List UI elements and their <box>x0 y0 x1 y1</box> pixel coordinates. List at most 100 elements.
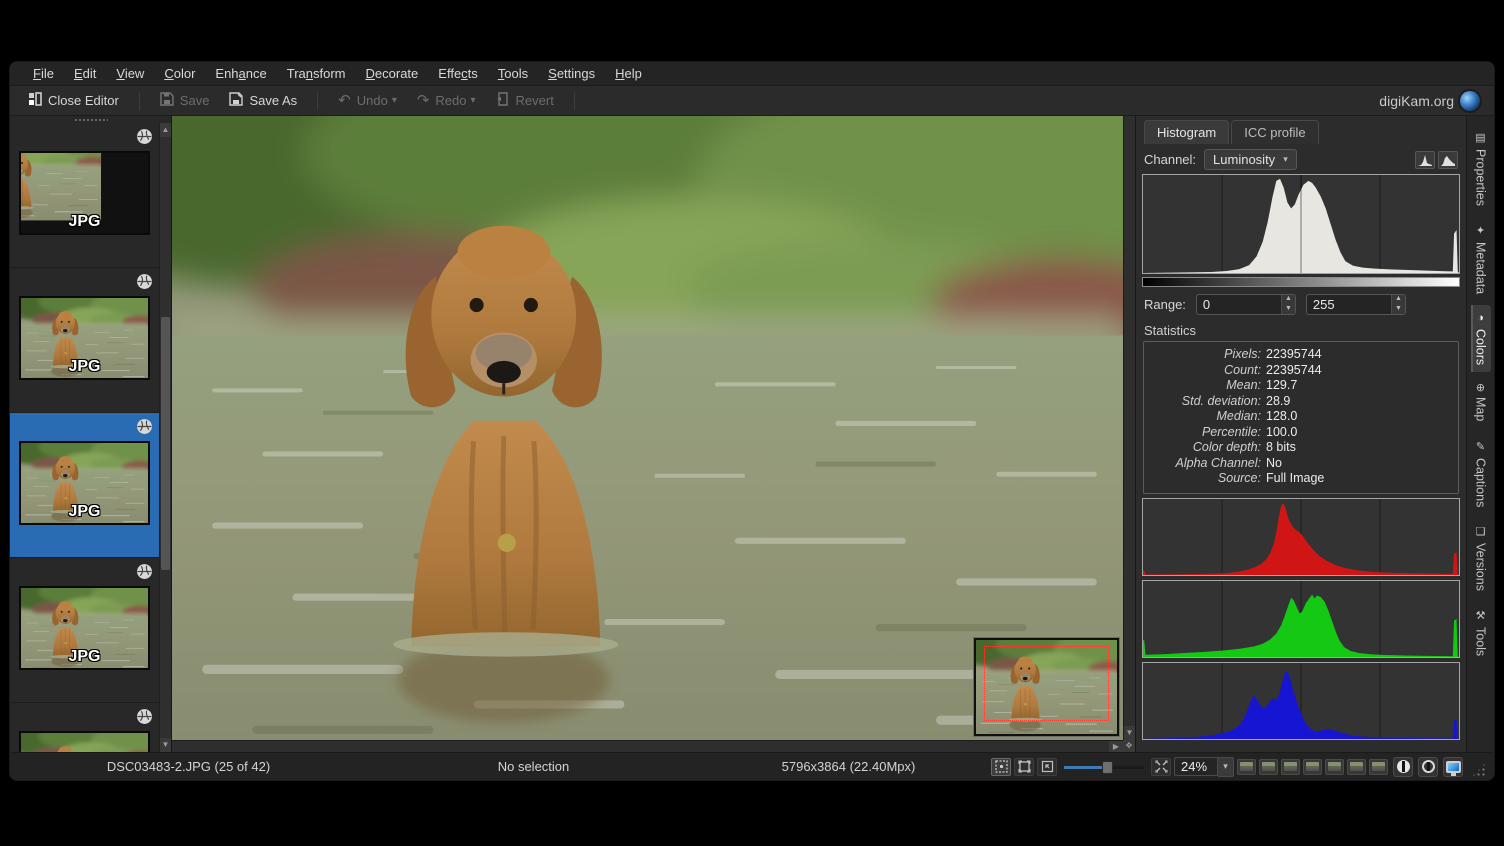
menu-transform[interactable]: Transform <box>278 63 355 84</box>
range-max-spinbox[interactable]: 255 ▲▼ <box>1306 294 1406 315</box>
zoom-percent-value: 24% <box>1174 757 1218 776</box>
spin-up-icon[interactable]: ▲ <box>1282 295 1295 305</box>
save-button[interactable]: Save <box>152 89 218 112</box>
redo-button[interactable]: ↷ Redo ▾ <box>409 90 484 111</box>
geolocation-icon <box>136 273 153 290</box>
menu-edit[interactable]: Edit <box>65 63 105 84</box>
sidebar-tab-metadata[interactable]: ✦Metadata <box>1471 217 1491 301</box>
scroll-down-arrow[interactable]: ▼ <box>1124 726 1135 740</box>
scroll-right-arrow[interactable]: ▶ <box>1109 741 1123 752</box>
thumbnail-image: JPG <box>19 586 150 670</box>
spin-down-icon[interactable]: ▼ <box>1282 305 1295 315</box>
sidebar-tab-captions[interactable]: ✎Captions <box>1471 433 1491 514</box>
preview-mode-duplicate-vertical-button[interactable] <box>1347 759 1366 775</box>
close-editor-button[interactable]: Close Editor <box>20 89 127 112</box>
sidebar-tab-map[interactable]: ⊕Map <box>1471 376 1491 429</box>
menu-help[interactable]: Help <box>606 63 651 84</box>
color-managed-view-button[interactable] <box>1443 757 1463 777</box>
sidebar-tab-properties[interactable]: ▤Properties <box>1471 124 1491 213</box>
sidebar-tab-colors[interactable]: ◑Colors <box>1471 305 1491 372</box>
zoom-percent-combo[interactable]: 24% ▾ <box>1174 757 1234 777</box>
revert-button[interactable]: Revert <box>488 89 562 112</box>
zoom-dropdown-button[interactable]: ▾ <box>1218 757 1234 777</box>
canvas-horizontal-scrollbar[interactable]: ▶ <box>172 740 1123 752</box>
thumbnail-scrollbar-handle[interactable] <box>161 317 170 569</box>
menu-settings[interactable]: Settings <box>539 63 604 84</box>
menu-view[interactable]: View <box>107 63 153 84</box>
sidebar-tab-versions[interactable]: ❏Versions <box>1471 518 1491 598</box>
zoom-select-button[interactable] <box>991 758 1011 776</box>
undo-button[interactable]: ↶ Undo ▾ <box>330 90 405 111</box>
right-sidebar-tabs: ▤Properties ✦Metadata ◑Colors ⊕Map ✎Capt… <box>1466 116 1494 752</box>
geolocation-icon <box>136 418 153 435</box>
chevron-down-icon: ▾ <box>1283 154 1288 165</box>
fit-to-window-button[interactable] <box>1014 758 1034 776</box>
geolocation-icon <box>136 708 153 725</box>
status-dimensions: 5796x3864 (22.40Mpx) <box>706 759 991 774</box>
stat-color-depth: Color depth:8 bits <box>1148 440 1450 456</box>
linear-scale-button[interactable] <box>1415 151 1435 169</box>
scroll-up-arrow[interactable]: ▲ <box>160 123 171 137</box>
preview-mode-duplicate-horizontal-button[interactable] <box>1325 759 1344 775</box>
brand-label: digiKam.org <box>1379 93 1454 109</box>
thumbnail-list: JPG JPG JPG <box>10 123 160 752</box>
menu-effects[interactable]: Effects <box>429 63 487 84</box>
thumbnail-scrollbar[interactable]: ▲ ▼ <box>159 123 171 752</box>
format-badge: JPG <box>21 503 148 521</box>
channel-select[interactable]: Luminosity ▾ <box>1204 149 1297 170</box>
window-resize-grip[interactable] <box>1472 763 1486 777</box>
editor-canvas[interactable]: ▼ ▶ ✥ <box>172 116 1136 752</box>
thumbnail-image: JPG <box>19 731 150 752</box>
pan-navigation-overlay[interactable] <box>974 638 1119 736</box>
thumbnail-item-3-selected[interactable]: JPG <box>10 413 160 558</box>
preview-mode-split-horizontal-button[interactable] <box>1281 759 1300 775</box>
stat-source: Source:Full Image <box>1148 471 1450 487</box>
undo-dropdown-caret[interactable]: ▾ <box>392 95 397 106</box>
overexposure-icon <box>1422 760 1435 773</box>
stat-median: Median:128.0 <box>1148 409 1450 425</box>
range-min-spinbox[interactable]: 0 ▲▼ <box>1196 294 1296 315</box>
format-badge: JPG <box>21 213 148 231</box>
luminosity-histogram[interactable] <box>1142 174 1460 274</box>
menu-decorate[interactable]: Decorate <box>357 63 428 84</box>
thumbbar-drag-handle[interactable] <box>10 116 171 123</box>
scroll-down-arrow[interactable]: ▼ <box>160 738 171 752</box>
zoom-slider-handle[interactable] <box>1102 761 1113 774</box>
tab-icc-profile[interactable]: ICC profile <box>1231 120 1318 144</box>
spin-down-icon[interactable]: ▼ <box>1392 305 1405 315</box>
menu-color[interactable]: Color <box>155 63 204 84</box>
digikam-brand[interactable]: digiKam.org <box>1379 91 1484 111</box>
thumbnail-item-4[interactable]: JPG <box>10 558 160 703</box>
fit-to-selection-button[interactable] <box>1037 758 1057 776</box>
status-filename: DSC03483-2.JPG (25 of 42) <box>16 759 361 774</box>
spin-up-icon[interactable]: ▲ <box>1392 295 1405 305</box>
green-channel-histogram <box>1142 580 1460 658</box>
menu-file[interactable]: File <box>24 63 63 84</box>
thumbnail-item-2[interactable]: JPG <box>10 268 160 413</box>
stat-pixels: Pixels:22395744 <box>1148 347 1450 363</box>
visible-region-rect[interactable] <box>984 646 1109 721</box>
zoom-slider[interactable] <box>1064 758 1144 776</box>
preview-mode-toggle-button[interactable] <box>1369 759 1388 775</box>
zoom-fit-button[interactable] <box>1151 758 1171 776</box>
underexposure-indicator-button[interactable] <box>1393 757 1413 777</box>
save-as-button[interactable]: Save As <box>221 89 305 112</box>
canvas-vertical-scrollbar[interactable]: ▼ <box>1123 116 1135 740</box>
sidebar-tab-tools[interactable]: ⚒Tools <box>1471 602 1491 663</box>
overexposure-indicator-button[interactable] <box>1418 757 1438 777</box>
tab-histogram[interactable]: Histogram <box>1144 120 1229 144</box>
preview-mode-split-vertical-button[interactable] <box>1303 759 1322 775</box>
menu-tools[interactable]: Tools <box>489 63 537 84</box>
pan-button[interactable]: ✥ <box>1123 740 1135 752</box>
redo-dropdown-caret[interactable]: ▾ <box>471 95 476 106</box>
preview-mode-target-button[interactable] <box>1259 759 1278 775</box>
preview-mode-original-button[interactable] <box>1237 759 1256 775</box>
thumbnail-item-5[interactable]: JPG <box>10 703 160 752</box>
monitor-icon <box>1446 761 1461 773</box>
menu-enhance[interactable]: Enhance <box>206 63 275 84</box>
format-badge: JPG <box>21 358 148 376</box>
thumbnail-sidebar: JPG JPG JPG <box>10 116 172 752</box>
logarithmic-scale-button[interactable] <box>1438 151 1458 169</box>
properties-icon: ▤ <box>1474 131 1487 144</box>
thumbnail-item-1[interactable]: JPG <box>10 123 160 268</box>
